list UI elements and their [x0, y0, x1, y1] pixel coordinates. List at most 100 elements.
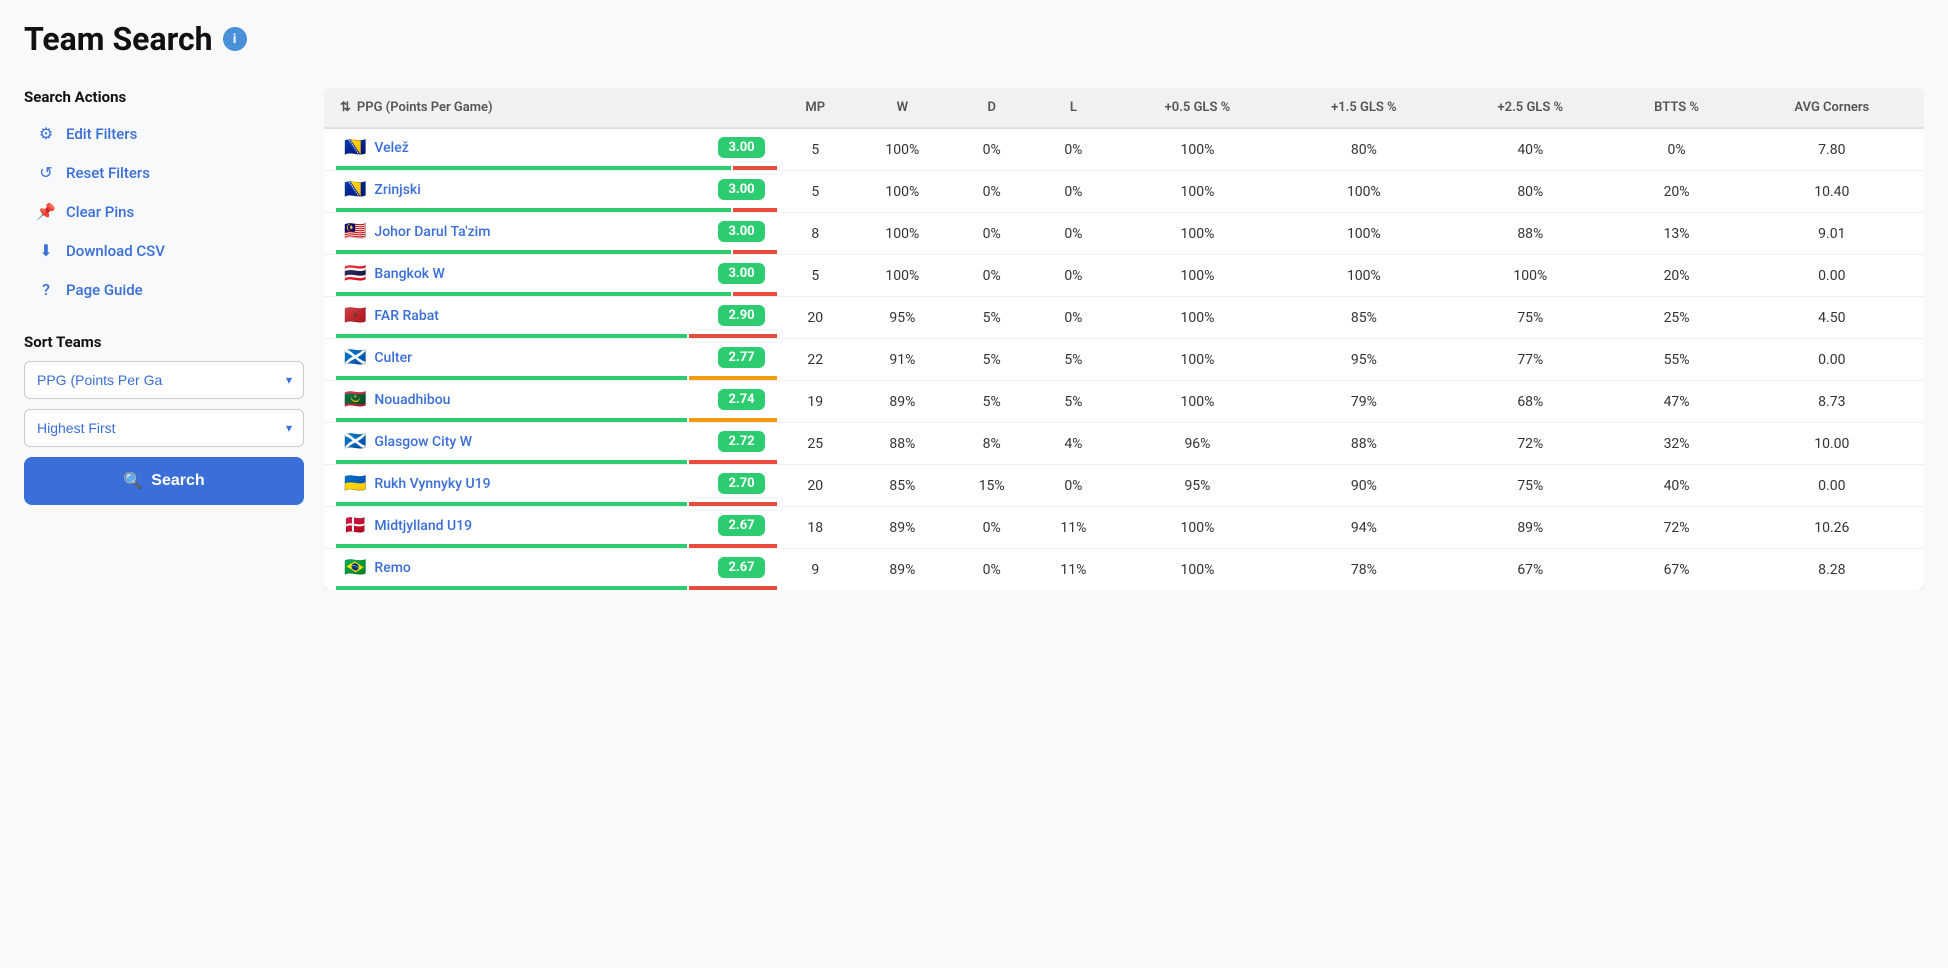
l-cell: 11%: [1033, 549, 1115, 591]
gls15-cell: 85%: [1281, 297, 1447, 339]
btts-cell: 20%: [1614, 171, 1740, 213]
ppg-badge: 3.00: [718, 221, 764, 242]
team-name[interactable]: Johor Darul Ta'zim: [374, 224, 490, 240]
avg-corners-cell: 4.50: [1740, 297, 1924, 339]
th-gls05[interactable]: +0.5 GLS %: [1114, 88, 1280, 128]
team-flag: 🇲🇷: [344, 389, 366, 410]
sort-by-select[interactable]: PPG (Points Per Ga: [24, 361, 304, 399]
table-row: 🇩🇰 Midtjylland U19 2.67 18 89% 0% 11% 10…: [324, 507, 1924, 549]
team-name[interactable]: Nouadhibou: [374, 392, 450, 408]
btts-cell: 25%: [1614, 297, 1740, 339]
l-cell: 11%: [1033, 507, 1115, 549]
ppg-badge: 3.00: [718, 263, 764, 284]
mp-cell: 5: [777, 255, 854, 297]
gls25-cell: 88%: [1447, 213, 1613, 255]
th-mp[interactable]: MP: [777, 88, 854, 128]
d-cell: 0%: [951, 171, 1033, 213]
w-cell: 89%: [854, 507, 951, 549]
th-d[interactable]: D: [951, 88, 1033, 128]
d-cell: 5%: [951, 297, 1033, 339]
btts-cell: 55%: [1614, 339, 1740, 381]
table-row: 🇺🇦 Rukh Vynnyky U19 2.70 20 85% 15% 0% 9…: [324, 465, 1924, 507]
gls15-cell: 100%: [1281, 213, 1447, 255]
info-icon[interactable]: i: [223, 27, 247, 51]
table-row: 🏴󠁧󠁢󠁳󠁣󠁴󠁿 Culter 2.77 22 91% 5% 5% 100% 95…: [324, 339, 1924, 381]
l-cell: 0%: [1033, 171, 1115, 213]
sort-order-select[interactable]: Highest First: [24, 409, 304, 447]
l-cell: 5%: [1033, 381, 1115, 423]
avg-corners-cell: 8.28: [1740, 549, 1924, 591]
team-name[interactable]: Zrinjski: [374, 182, 420, 198]
gls05-cell: 100%: [1114, 171, 1280, 213]
page-guide-action[interactable]: ? Page Guide: [24, 270, 304, 309]
reset-icon: ↺: [36, 163, 56, 182]
ppg-badge: 3.00: [718, 137, 764, 158]
team-name-cell: 🏴󠁧󠁢󠁳󠁣󠁴󠁿 Culter 2.77: [324, 339, 777, 381]
btts-cell: 47%: [1614, 381, 1740, 423]
team-flag: 🇩🇰: [344, 515, 366, 536]
avg-corners-cell: 8.73: [1740, 381, 1924, 423]
avg-corners-cell: 10.40: [1740, 171, 1924, 213]
gls15-cell: 100%: [1281, 255, 1447, 297]
clear-pins-action[interactable]: 📌 Clear Pins: [24, 192, 304, 231]
table-row: 🏴󠁧󠁢󠁳󠁣󠁴󠁿 Glasgow City W 2.72 25 88% 8% 4%…: [324, 423, 1924, 465]
th-gls25[interactable]: +2.5 GLS %: [1447, 88, 1613, 128]
reset-filters-label: Reset Filters: [66, 164, 150, 182]
th-w[interactable]: W: [854, 88, 951, 128]
d-cell: 8%: [951, 423, 1033, 465]
team-name[interactable]: Bangkok W: [374, 266, 444, 282]
search-button[interactable]: 🔍 Search: [24, 457, 304, 505]
team-flag: 🇧🇷: [344, 557, 366, 578]
team-name[interactable]: Remo: [374, 560, 410, 576]
download-csv-action[interactable]: ⬇ Download CSV: [24, 231, 304, 270]
team-name[interactable]: Midtjylland U19: [374, 518, 472, 534]
sort-section: Sort Teams PPG (Points Per Ga ▾ Highest …: [24, 333, 304, 505]
mp-cell: 19: [777, 381, 854, 423]
btts-cell: 0%: [1614, 128, 1740, 171]
team-name-cell: 🇧🇦 Zrinjski 3.00: [324, 171, 777, 213]
th-l[interactable]: L: [1033, 88, 1115, 128]
ppg-badge: 2.74: [718, 389, 764, 410]
edit-filters-action[interactable]: ⚙ Edit Filters: [24, 114, 304, 153]
gls15-cell: 88%: [1281, 423, 1447, 465]
l-cell: 4%: [1033, 423, 1115, 465]
search-button-icon: 🔍: [123, 471, 143, 491]
table-row: 🇧🇦 Velež 3.00 5 100% 0% 0% 100% 80% 40% …: [324, 128, 1924, 171]
team-name[interactable]: Rukh Vynnyky U19: [374, 476, 490, 492]
team-name[interactable]: FAR Rabat: [374, 308, 439, 324]
edit-filters-label: Edit Filters: [66, 125, 137, 143]
l-cell: 0%: [1033, 255, 1115, 297]
w-cell: 91%: [854, 339, 951, 381]
gls25-cell: 75%: [1447, 465, 1613, 507]
table-row: 🇧🇷 Remo 2.67 9 89% 0% 11% 100% 78% 67% 6…: [324, 549, 1924, 591]
mp-cell: 18: [777, 507, 854, 549]
search-actions-label: Search Actions: [24, 88, 304, 106]
gls05-cell: 100%: [1114, 381, 1280, 423]
page-guide-label: Page Guide: [66, 281, 143, 299]
btts-cell: 72%: [1614, 507, 1740, 549]
table-row: 🇹🇭 Bangkok W 3.00 5 100% 0% 0% 100% 100%…: [324, 255, 1924, 297]
reset-filters-action[interactable]: ↺ Reset Filters: [24, 153, 304, 192]
mp-cell: 5: [777, 171, 854, 213]
gls05-cell: 100%: [1114, 128, 1280, 171]
team-name-cell: 🇩🇰 Midtjylland U19 2.67: [324, 507, 777, 549]
gls15-cell: 94%: [1281, 507, 1447, 549]
sort-by-wrapper: PPG (Points Per Ga ▾: [24, 361, 304, 399]
gls05-cell: 95%: [1114, 465, 1280, 507]
sidebar-actions: ⚙ Edit Filters ↺ Reset Filters 📌 Clear P…: [24, 114, 304, 309]
th-avg-corners[interactable]: AVG Corners: [1740, 88, 1924, 128]
th-team[interactable]: ⇅ PPG (Points Per Game): [324, 88, 777, 128]
clear-pins-label: Clear Pins: [66, 203, 134, 221]
team-name[interactable]: Velež: [374, 140, 408, 156]
mp-cell: 8: [777, 213, 854, 255]
team-name[interactable]: Culter: [374, 350, 412, 366]
btts-cell: 67%: [1614, 549, 1740, 591]
team-name[interactable]: Glasgow City W: [374, 434, 472, 450]
ppg-badge: 2.77: [718, 347, 764, 368]
ppg-badge: 2.90: [718, 305, 764, 326]
gls25-cell: 89%: [1447, 507, 1613, 549]
gls15-cell: 95%: [1281, 339, 1447, 381]
th-btts[interactable]: BTTS %: [1614, 88, 1740, 128]
team-flag: 🇲🇾: [344, 221, 366, 242]
th-gls15[interactable]: +1.5 GLS %: [1281, 88, 1447, 128]
